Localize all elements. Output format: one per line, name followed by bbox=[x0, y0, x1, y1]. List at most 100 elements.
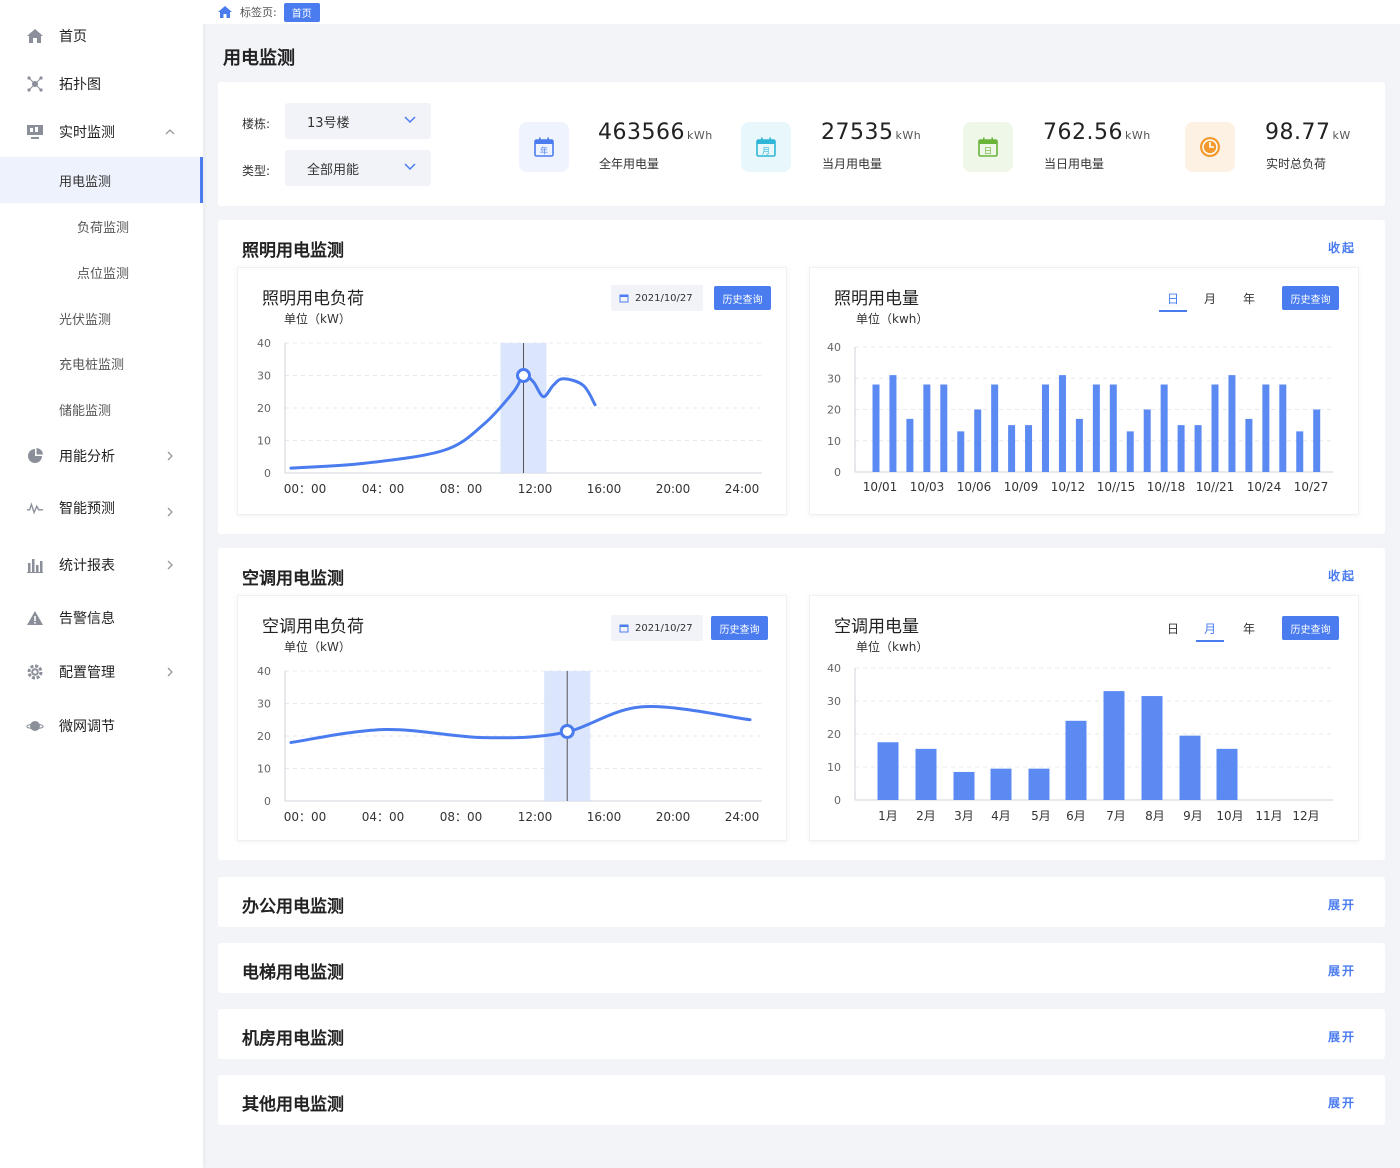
expand-button[interactable]: 展开 bbox=[1328, 896, 1356, 913]
sub-electricity-monitor[interactable]: 用电监测 bbox=[0, 157, 203, 203]
stat-unit: kWh bbox=[686, 129, 713, 142]
lighting-section: 照明用电监测 收起 照明用电负荷 单位（kW） 2021/10/27 历史查询 … bbox=[218, 220, 1385, 534]
home-icon[interactable] bbox=[217, 5, 233, 19]
y-tick-label: 0 bbox=[264, 795, 271, 808]
nav-label: 首页 bbox=[59, 29, 87, 45]
x-tick-label: 12月 bbox=[1292, 809, 1319, 823]
bar bbox=[1025, 425, 1033, 472]
chevron-down-icon bbox=[404, 116, 416, 124]
nav-label: 微网调节 bbox=[59, 719, 115, 735]
nav-realtime-monitor[interactable]: 实时监测 bbox=[0, 112, 203, 152]
expand-button[interactable]: 展开 bbox=[1328, 962, 1356, 979]
y-tick-label: 40 bbox=[827, 341, 841, 354]
nav-microgrid[interactable]: 微网调节 bbox=[0, 706, 203, 746]
bar bbox=[1279, 384, 1287, 472]
chevron-up-icon bbox=[165, 129, 175, 135]
breadcrumb: 标签页: 首页 bbox=[203, 0, 1400, 24]
sub-point-monitor[interactable]: 点位监测 bbox=[0, 252, 203, 292]
nav-energy-analysis[interactable]: 用能分析 bbox=[0, 436, 203, 476]
server-room-section[interactable]: 机房用电监测 展开 bbox=[218, 1009, 1385, 1059]
nav-statistics-report[interactable]: 统计报表 bbox=[0, 545, 203, 585]
x-tick-label: 10/12 bbox=[1051, 480, 1086, 494]
nav-smart-forecast[interactable]: 智能预测 bbox=[0, 488, 203, 528]
stat-number: 27535 bbox=[821, 120, 894, 145]
sub-charging-monitor[interactable]: 充电桩监测 bbox=[0, 343, 203, 383]
bar bbox=[974, 409, 982, 472]
x-tick-label: 08：00 bbox=[440, 482, 483, 496]
bar bbox=[1103, 691, 1125, 800]
y-tick-label: 20 bbox=[257, 402, 271, 415]
bar bbox=[1109, 384, 1117, 472]
nav-config-manage[interactable]: 配置管理 bbox=[0, 652, 203, 692]
lighting-load-panel: 照明用电负荷 单位（kW） 2021/10/27 历史查询 0 10 20 30 40 0… bbox=[237, 267, 787, 515]
stat-number: 762.56 bbox=[1043, 120, 1123, 145]
x-tick-label: 04：00 bbox=[362, 810, 405, 824]
expand-button[interactable]: 展开 bbox=[1328, 1028, 1356, 1045]
collapse-button[interactable]: 收起 bbox=[1328, 567, 1356, 584]
bar bbox=[1216, 748, 1238, 800]
x-tick-label: 10//21 bbox=[1196, 480, 1235, 494]
sub-label: 用电监测 bbox=[59, 174, 112, 190]
stat-year-value: 463566 kWh bbox=[598, 120, 713, 145]
x-tick-label: 2月 bbox=[916, 809, 936, 823]
y-tick-label: 30 bbox=[257, 698, 271, 711]
ac-energy-panel: 空调用电量 单位（kwh） 日 月 年 历史查询 0 10 20 30 40 1月 2月 3月… bbox=[809, 595, 1359, 841]
monitor-icon bbox=[26, 123, 44, 141]
x-tick-label: 7月 bbox=[1106, 809, 1126, 823]
nav-alarm-info[interactable]: 告警信息 bbox=[0, 598, 203, 638]
elevator-section[interactable]: 电梯用电监测 展开 bbox=[218, 943, 1385, 993]
stat-number: 98.77 bbox=[1265, 120, 1331, 145]
building-select-value: 13号楼 bbox=[307, 115, 350, 131]
lighting-load-chart: 0 10 20 30 40 00：00 04：00 08：00 12:00 16:00 20:00 2… bbox=[257, 337, 762, 496]
stat-load-value: 98.77 kW bbox=[1265, 120, 1351, 145]
series-line bbox=[289, 705, 752, 744]
ac-load-chart: 0 10 20 30 40 00：00 04：00 08：00 12:00 16:00 20:00 2… bbox=[257, 665, 762, 824]
chevron-right-icon bbox=[167, 451, 173, 461]
stat-unit: kW bbox=[1332, 129, 1351, 142]
breadcrumb-tag[interactable]: 首页 bbox=[283, 2, 320, 22]
clock-icon bbox=[1185, 122, 1235, 172]
other-section[interactable]: 其他用电监测 展开 bbox=[218, 1075, 1385, 1125]
calendar-day-icon: 日 bbox=[963, 122, 1013, 172]
bar bbox=[1179, 735, 1201, 800]
y-tick-label: 0 bbox=[834, 466, 841, 479]
x-tick-label: 10/01 bbox=[863, 480, 898, 494]
y-tick-label: 10 bbox=[827, 435, 841, 448]
sub-storage-monitor[interactable]: 储能监测 bbox=[0, 389, 203, 429]
chevron-right-icon bbox=[167, 560, 173, 570]
bar bbox=[1313, 409, 1321, 472]
nav-topology[interactable]: 拓扑图 bbox=[0, 64, 203, 104]
bar bbox=[1028, 768, 1050, 800]
expand-button[interactable]: 展开 bbox=[1328, 1094, 1356, 1111]
nav-home[interactable]: 首页 bbox=[0, 16, 203, 56]
ac-load-panel: 空调用电负荷 单位（kW） 2021/10/27 历史查询 0 10 20 30 40 0… bbox=[237, 595, 787, 841]
sub-load-monitor[interactable]: 负荷监测 bbox=[0, 206, 203, 246]
x-tick-label: 04：00 bbox=[362, 482, 405, 496]
series-line bbox=[289, 373, 597, 470]
stat-day-value: 762.56 kWh bbox=[1043, 120, 1151, 145]
sub-pv-monitor[interactable]: 光伏监测 bbox=[0, 298, 203, 338]
y-tick-label: 20 bbox=[827, 404, 841, 417]
x-tick-label: 24:00 bbox=[725, 482, 760, 496]
bar bbox=[1296, 431, 1304, 472]
sub-label: 光伏监测 bbox=[59, 312, 112, 328]
x-tick-label: 16:00 bbox=[587, 482, 622, 496]
section-title: 空调用电监测 bbox=[242, 569, 344, 589]
collapse-button[interactable]: 收起 bbox=[1328, 239, 1356, 256]
x-tick-label: 00：00 bbox=[284, 810, 327, 824]
bar bbox=[1211, 384, 1219, 472]
bar bbox=[990, 768, 1012, 800]
y-tick-label: 40 bbox=[827, 662, 841, 675]
type-select[interactable]: 全部用能 bbox=[285, 150, 431, 186]
data-point-marker bbox=[559, 723, 575, 739]
bar bbox=[915, 748, 937, 800]
breadcrumb-label: 标签页: bbox=[240, 6, 277, 19]
section-title: 电梯用电监测 bbox=[242, 963, 344, 983]
building-select[interactable]: 13号楼 bbox=[285, 103, 431, 139]
y-tick-label: 30 bbox=[827, 372, 841, 385]
x-tick-label: 12:00 bbox=[518, 810, 553, 824]
bar-chart-icon bbox=[26, 556, 44, 574]
office-section[interactable]: 办公用电监测 展开 bbox=[218, 877, 1385, 927]
stat-unit: kWh bbox=[1124, 129, 1151, 142]
chevron-right-icon bbox=[167, 507, 173, 517]
